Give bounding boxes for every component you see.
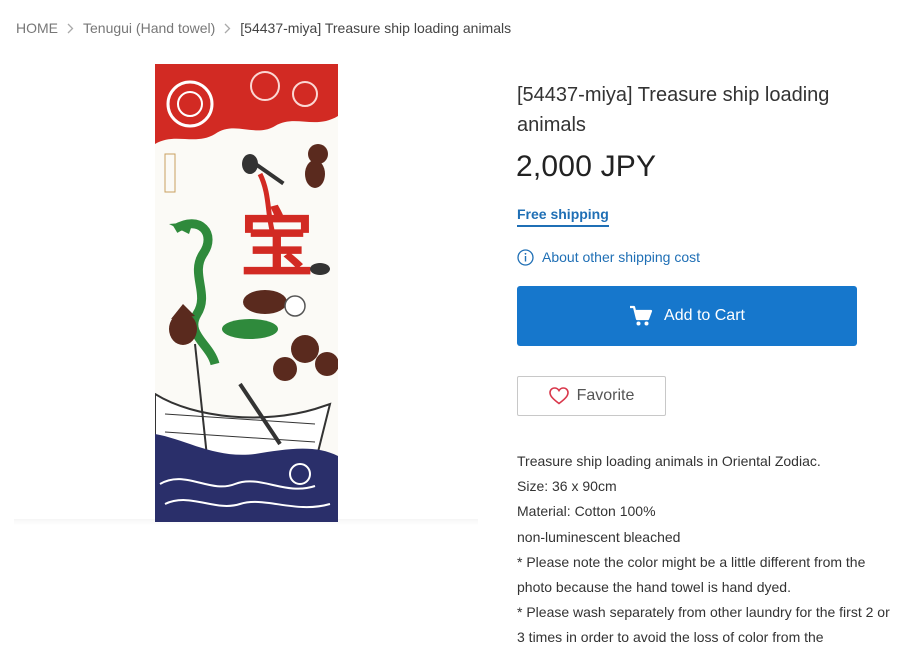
breadcrumb: HOME Tenugui (Hand towel) [54437-miya] T… xyxy=(16,19,511,37)
product-image[interactable]: 宝 xyxy=(155,64,338,522)
description-line: non-luminescent bleached xyxy=(517,528,681,545)
product-title: [54437-miya] Treasure ship loading anima… xyxy=(517,84,830,136)
breadcrumb-home-link[interactable]: HOME xyxy=(16,20,58,36)
image-kanji: 宝 xyxy=(240,201,314,287)
add-to-cart-label: Add to Cart xyxy=(664,307,745,324)
add-to-cart-button[interactable]: Add to Cart xyxy=(517,286,857,346)
free-shipping-link[interactable]: Free shipping xyxy=(517,206,609,227)
info-icon xyxy=(517,248,534,266)
about-shipping-label: About other shipping cost xyxy=(542,249,700,265)
breadcrumb-current: [54437-miya] Treasure ship loading anima… xyxy=(240,20,512,36)
description-line: * Please note the color might be a littl… xyxy=(517,553,866,596)
description-line: Material: Cotton 100% xyxy=(517,503,656,520)
cart-icon xyxy=(629,305,653,327)
breadcrumb-category-link[interactable]: Tenugui (Hand towel) xyxy=(83,20,215,36)
heart-icon xyxy=(548,387,569,405)
product-description: Treasure ship loading animals in Orienta… xyxy=(517,449,895,651)
description-line: Size: 36 x 90cm xyxy=(517,478,617,495)
favorite-button[interactable]: Favorite xyxy=(517,376,666,416)
about-shipping-link[interactable]: About other shipping cost xyxy=(517,248,700,266)
favorite-label: Favorite xyxy=(576,387,635,404)
description-line: * Please wash separately from other laun… xyxy=(517,604,890,646)
chevron-right-icon xyxy=(224,23,231,34)
product-price: 2,000 JPY xyxy=(516,150,657,183)
chevron-right-icon xyxy=(67,23,74,34)
description-line: Treasure ship loading animals in Orienta… xyxy=(517,453,821,469)
